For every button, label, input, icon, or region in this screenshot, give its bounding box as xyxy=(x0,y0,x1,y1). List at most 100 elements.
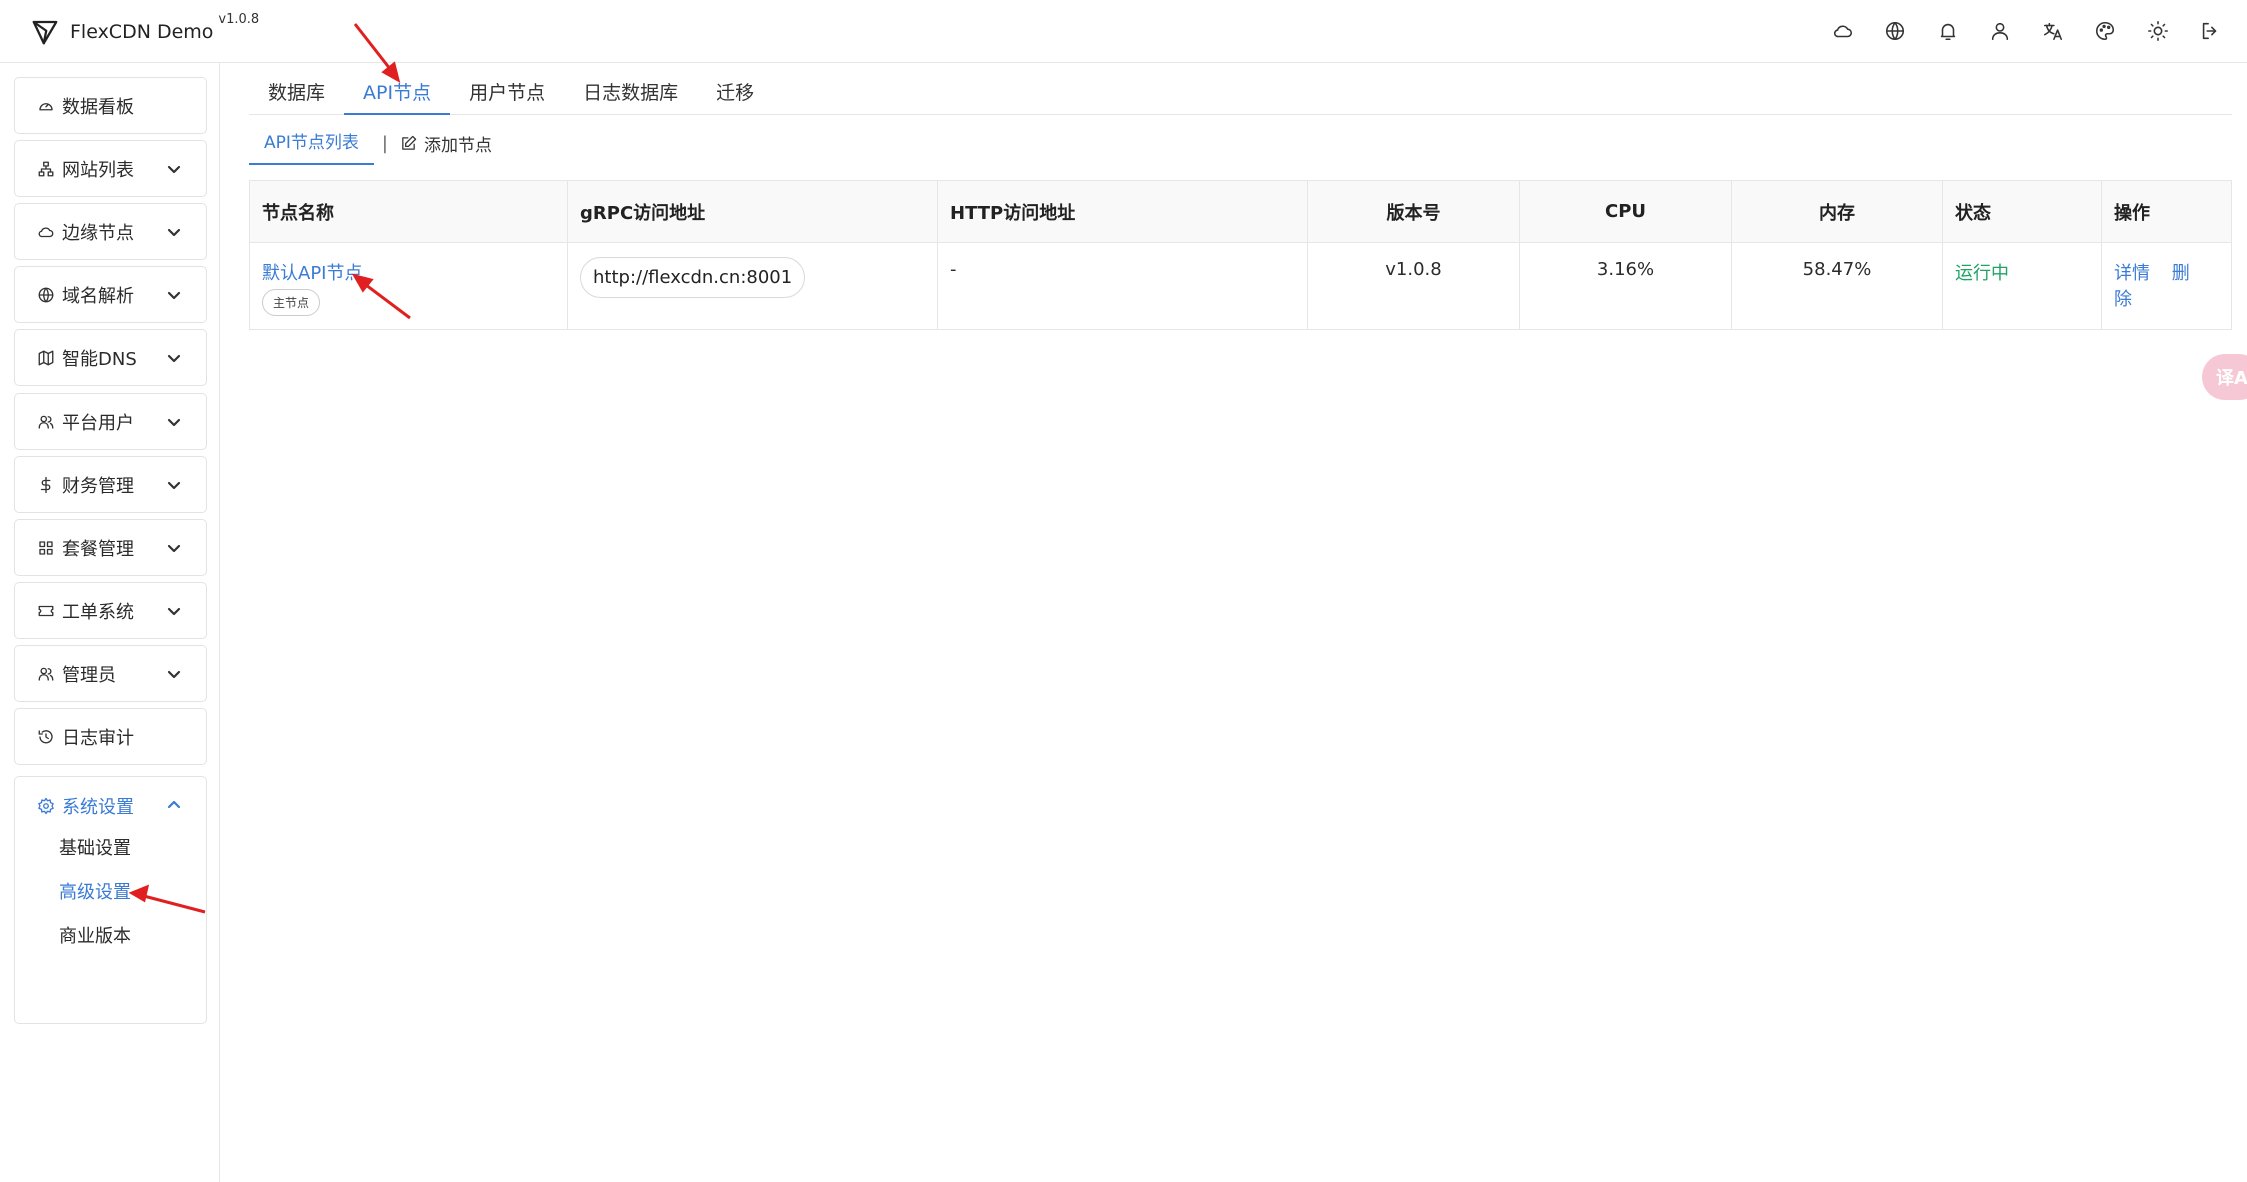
sidebar-item-label: 网站列表 xyxy=(62,159,134,181)
col-header-http: HTTP访问地址 xyxy=(937,180,1308,243)
grid-icon xyxy=(37,539,55,557)
map-icon xyxy=(37,349,55,367)
cell-actions: 详情 删除 xyxy=(2101,242,2232,330)
subtab-add-node[interactable]: 添加节点 xyxy=(400,131,492,156)
chevron-down-icon xyxy=(166,161,182,177)
settings-tabs: 数据库 API节点 用户节点 日志数据库 迁移 xyxy=(249,63,2232,115)
cell-memory: 58.47% xyxy=(1731,242,1943,330)
status-badge: 运行中 xyxy=(1955,263,2009,284)
col-header-version: 版本号 xyxy=(1307,180,1520,243)
cell-status: 运行中 xyxy=(1942,242,2102,330)
col-header-actions: 操作 xyxy=(2101,180,2232,243)
edit-icon xyxy=(402,135,417,150)
sidebar-subitem-commercial-edition[interactable]: 商业版本 xyxy=(59,922,131,948)
subtab-add-node-label: 添加节点 xyxy=(423,135,492,156)
top-bar: FlexCDN Demo v1.0.8 xyxy=(0,0,2247,63)
subtab-api-node-list[interactable]: API节点列表 xyxy=(249,121,374,165)
tab-migration[interactable]: 迁移 xyxy=(697,63,773,115)
api-node-table: 节点名称 gRPC访问地址 HTTP访问地址 版本号 CPU 内存 状态 操作 … xyxy=(249,180,2232,330)
sidebar-subitem-basic-settings[interactable]: 基础设置 xyxy=(59,834,131,860)
sidebar-item-label: 平台用户 xyxy=(62,412,134,434)
col-header-grpc: gRPC访问地址 xyxy=(567,180,938,243)
translate-icon[interactable] xyxy=(2036,14,2070,48)
users-icon xyxy=(37,665,55,683)
sidebar-item-dns-resolve[interactable]: 域名解析 xyxy=(14,266,207,323)
sidebar-item-finance[interactable]: 财务管理 xyxy=(14,456,207,513)
sidebar-item-label: 数据看板 xyxy=(62,96,134,118)
cell-cpu: 3.16% xyxy=(1519,242,1732,330)
globe-icon xyxy=(37,286,55,304)
primary-node-badge: 主节点 xyxy=(262,289,321,316)
dollar-icon xyxy=(37,476,55,494)
tab-log-database[interactable]: 日志数据库 xyxy=(564,63,697,115)
table-row: 默认API节点 主节点 http://flexcdn.cn:8001 - v1.… xyxy=(249,242,2232,330)
app-title: FlexCDN Demo xyxy=(70,21,214,43)
sidebar-item-label: 边缘节点 xyxy=(62,222,134,244)
tab-database[interactable]: 数据库 xyxy=(249,63,344,115)
chevron-down-icon xyxy=(166,350,182,366)
cell-version: v1.0.8 xyxy=(1307,242,1520,330)
subtab-separator: | xyxy=(381,132,388,154)
chevron-down-icon xyxy=(166,666,182,682)
sidebar-item-sites[interactable]: 网站列表 xyxy=(14,140,207,197)
cell-name: 默认API节点 主节点 xyxy=(249,242,568,330)
history-icon xyxy=(37,728,55,746)
gear-icon xyxy=(37,797,55,815)
user-icon[interactable] xyxy=(1983,14,2017,48)
sidebar-item-system-settings[interactable]: 系统设置 xyxy=(15,777,206,834)
dashboard-icon xyxy=(37,97,55,115)
chevron-up-icon xyxy=(166,797,182,813)
tab-user-nodes[interactable]: 用户节点 xyxy=(450,63,564,115)
sidebar-item-label: 财务管理 xyxy=(62,475,134,497)
sidebar-item-label: 智能DNS xyxy=(62,348,137,370)
globe-icon[interactable] xyxy=(1878,14,1912,48)
table-header-row: 节点名称 gRPC访问地址 HTTP访问地址 版本号 CPU 内存 状态 操作 xyxy=(249,180,2232,243)
tab-api-nodes[interactable]: API节点 xyxy=(344,63,451,115)
translate-float-button[interactable]: 译A xyxy=(2202,354,2247,400)
sidebar-item-packages[interactable]: 套餐管理 xyxy=(14,519,207,576)
grpc-address: http://flexcdn.cn:8001 xyxy=(580,257,806,298)
detail-link[interactable]: 详情 xyxy=(2114,263,2150,284)
ticket-icon xyxy=(37,602,55,620)
sidebar-item-dashboard[interactable]: 数据看板 xyxy=(14,77,207,134)
sidebar-item-smart-dns[interactable]: 智能DNS xyxy=(14,329,207,386)
chevron-down-icon xyxy=(166,414,182,430)
sidebar-item-label: 工单系统 xyxy=(62,601,134,623)
col-header-name: 节点名称 xyxy=(249,180,568,243)
col-header-status: 状态 xyxy=(1942,180,2102,243)
sidebar-group-system-settings: 系统设置 基础设置 高级设置 商业版本 xyxy=(14,776,207,1024)
bell-icon[interactable] xyxy=(1931,14,1965,48)
col-header-memory: 内存 xyxy=(1731,180,1943,243)
sidebar-item-label: 套餐管理 xyxy=(62,538,134,560)
sidebar-item-tickets[interactable]: 工单系统 xyxy=(14,582,207,639)
node-name-link[interactable]: 默认API节点 xyxy=(262,259,555,285)
chevron-down-icon xyxy=(166,603,182,619)
logo-icon xyxy=(32,20,58,45)
cell-http: - xyxy=(937,242,1308,330)
sun-icon[interactable] xyxy=(2141,14,2175,48)
cloud-icon[interactable] xyxy=(1826,14,1860,48)
sidebar-item-platform-users[interactable]: 平台用户 xyxy=(14,393,207,450)
brand[interactable]: FlexCDN Demo v1.0.8 xyxy=(30,12,259,48)
sitemap-icon xyxy=(37,160,55,178)
sidebar-item-label: 系统设置 xyxy=(62,796,134,818)
app-version: v1.0.8 xyxy=(218,11,260,27)
cloud-icon xyxy=(37,223,55,241)
sidebar-item-label: 管理员 xyxy=(62,664,116,686)
chevron-down-icon xyxy=(166,224,182,240)
sidebar-item-audit-log[interactable]: 日志审计 xyxy=(14,708,207,765)
translate-icon: 译A xyxy=(2216,368,2247,389)
palette-icon[interactable] xyxy=(2088,14,2122,48)
chevron-down-icon xyxy=(166,540,182,556)
sidebar-subitem-advanced-settings[interactable]: 高级设置 xyxy=(59,878,131,904)
sidebar: 数据看板 网站列表 边缘节点 域名解析 智能DNS 平台用户 财务管理 套餐管理… xyxy=(0,63,220,1182)
subtabs: API节点列表 | 添加节点 xyxy=(249,121,492,165)
logout-icon[interactable] xyxy=(2193,14,2227,48)
sidebar-item-admins[interactable]: 管理员 xyxy=(14,645,207,702)
users-icon xyxy=(37,413,55,431)
top-toolbar xyxy=(1807,14,2227,48)
sidebar-item-edge-nodes[interactable]: 边缘节点 xyxy=(14,203,207,260)
col-header-cpu: CPU xyxy=(1519,180,1732,243)
chevron-down-icon xyxy=(166,477,182,493)
sidebar-item-label: 日志审计 xyxy=(62,727,134,749)
